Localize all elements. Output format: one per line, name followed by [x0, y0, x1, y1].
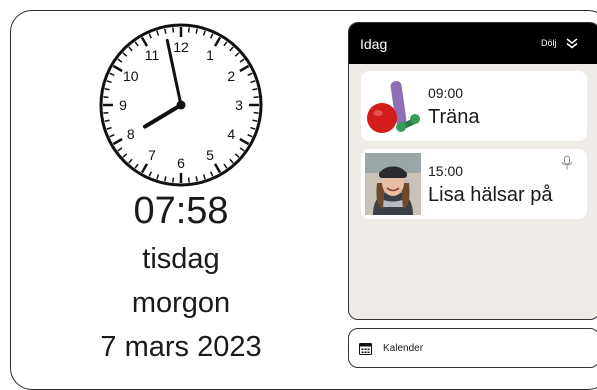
exercise-weights-image: [367, 81, 420, 133]
clock-minute-tick: [252, 88, 258, 91]
clock-numeral: 3: [235, 97, 243, 113]
clock-minute-tick: [164, 28, 167, 34]
clock-minute-tick: [172, 177, 175, 183]
clock-numeral: 7: [148, 147, 156, 163]
clock-minute-tick: [187, 177, 190, 183]
event-card-visit[interactable]: 15:00 Lisa hälsar på: [361, 149, 587, 219]
event-time: 09:00: [428, 85, 464, 101]
clock-numeral: 5: [206, 147, 214, 163]
analog-clock: 12 1 2 3 4 5 6 7 8 9 10 11: [96, 20, 266, 190]
clock-numeral: 2: [227, 68, 235, 84]
clock-numeral: 1: [206, 47, 214, 63]
day-period: morgon: [131, 287, 231, 319]
clock-numeral: 4: [227, 126, 235, 142]
clock-numeral: 8: [127, 126, 135, 142]
clock-face: 12 1234567891011: [99, 23, 263, 187]
weekday: tisdag: [142, 243, 220, 275]
today-panel: Idag Dölj 09:00 Träna 15:00 Lisa hälsar …: [348, 22, 597, 320]
hide-label: Dölj: [541, 38, 557, 48]
digital-time: 07:58: [133, 190, 229, 232]
person-photo: [365, 153, 421, 215]
calendar-label: Kalender: [383, 343, 424, 354]
event-time: 15:00: [428, 163, 464, 179]
microphone-icon[interactable]: [561, 155, 573, 171]
event-card-exercise[interactable]: 09:00 Träna: [361, 71, 587, 141]
clock-numeral: 6: [177, 155, 185, 171]
clock-minute-tick: [252, 119, 258, 122]
calendar-button[interactable]: Kalender: [348, 328, 597, 368]
event-title: Träna: [428, 106, 480, 128]
clock-center: [176, 100, 186, 110]
full-date: 7 mars 2023: [100, 331, 262, 363]
clock-minute-tick: [253, 96, 259, 99]
clock-minute-tick: [253, 111, 259, 114]
clock-minute-tick: [103, 96, 109, 99]
event-title: Lisa hälsar på: [428, 184, 553, 206]
calendar-icon: [359, 343, 372, 355]
clock-numeral: 9: [119, 97, 127, 113]
clock-minute-tick: [104, 119, 110, 122]
today-title: Idag: [360, 36, 388, 52]
today-header: Idag Dölj: [349, 23, 597, 64]
double-chevron-down-icon: [566, 38, 577, 49]
clock-minute-tick: [187, 27, 190, 33]
hide-button[interactable]: Dölj: [541, 32, 579, 54]
clock-numeral: 10: [123, 68, 139, 84]
clock-minute-tick: [172, 27, 175, 33]
clock-minute-tick: [103, 111, 109, 114]
clock-minute-tick: [104, 88, 110, 91]
clock-numeral: 11: [145, 47, 160, 63]
clock-minute-tick: [195, 176, 198, 182]
clock-minute-tick: [195, 28, 198, 34]
clock-minute-tick: [164, 176, 167, 182]
clock-numeral: 12: [173, 39, 189, 55]
